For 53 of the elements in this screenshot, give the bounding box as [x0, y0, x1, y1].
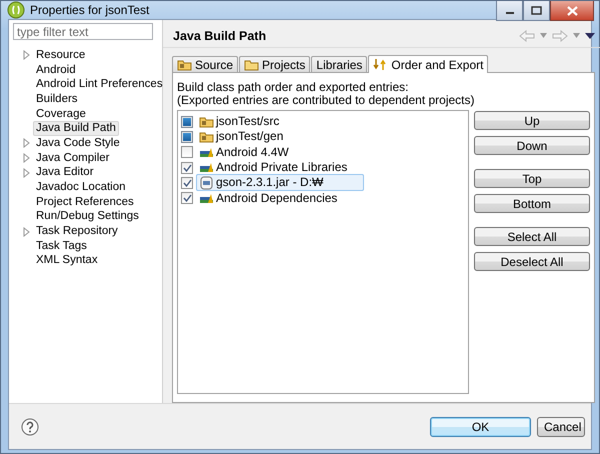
tree-item[interactable]: Resource: [33, 48, 88, 63]
tab[interactable]: Projects: [239, 56, 310, 72]
tree-item[interactable]: Java Compiler: [33, 150, 112, 166]
checkbox[interactable]: [181, 162, 193, 174]
description-text: (Exported entries are contributed to dependent projects): [177, 94, 476, 107]
menu-icon[interactable]: [585, 32, 595, 38]
tree-item[interactable]: Task Repository: [33, 224, 121, 240]
action-button[interactable]: Select All: [474, 227, 590, 246]
dialog-button[interactable]: Cancel: [537, 416, 585, 436]
arrows-icon: [373, 57, 388, 72]
list-item[interactable]: jsonTest/gen: [196, 128, 286, 146]
tree-item[interactable]: Java Build Path: [33, 121, 119, 136]
action-button[interactable]: Bottom: [474, 194, 590, 213]
page-title: Java Build Path: [173, 28, 266, 42]
maximize-icon: [531, 6, 542, 15]
help-icon[interactable]: [21, 418, 39, 436]
tree-item[interactable]: Java Code Style: [33, 136, 123, 151]
checkbox[interactable]: [181, 176, 193, 189]
description-text: Build class path order and exported entries:: [177, 81, 410, 94]
tree-item[interactable]: Java Editor: [33, 165, 97, 180]
checkbox[interactable]: [181, 130, 193, 143]
tree-item[interactable]: Javadoc Location: [33, 180, 129, 196]
jar-icon: [199, 175, 214, 190]
action-button[interactable]: Top: [474, 169, 590, 188]
checkbox[interactable]: [181, 192, 193, 204]
list-item[interactable]: gson-2.3.1.jar - D:₩: [196, 174, 364, 192]
close-button[interactable]: [550, 1, 594, 21]
tab[interactable]: Libraries: [311, 56, 368, 72]
maximize-button[interactable]: [523, 1, 550, 21]
close-icon: [566, 6, 578, 16]
checkbox[interactable]: [181, 116, 193, 128]
filter-field[interactable]: type filter text: [13, 23, 153, 40]
tree-item[interactable]: Coverage: [33, 106, 89, 122]
tree-item[interactable]: Task Tags: [33, 238, 90, 254]
action-button[interactable]: Deselect All: [474, 252, 590, 271]
tree-item[interactable]: XML Syntax: [33, 253, 101, 268]
tree-item[interactable]: Android: [33, 62, 79, 78]
checkbox[interactable]: [181, 146, 193, 158]
tree-item[interactable]: Run/Debug Settings: [33, 209, 142, 224]
action-button[interactable]: Up: [474, 111, 590, 130]
list-item[interactable]: Android Private Libraries: [196, 159, 350, 176]
minimize-button[interactable]: [496, 1, 523, 21]
dialog-button[interactable]: OK: [430, 416, 531, 436]
list-item[interactable]: jsonTest/src: [196, 113, 282, 130]
tab[interactable]: Order and Export: [368, 55, 488, 73]
tab[interactable]: Source: [172, 56, 238, 72]
list-item[interactable]: Android Dependencies: [196, 190, 340, 207]
action-button[interactable]: Down: [474, 136, 590, 155]
window-title: Properties for jsonTest: [30, 3, 150, 17]
tree-item[interactable]: Android Lint Preferences: [33, 77, 166, 92]
tree-item[interactable]: Project References: [33, 194, 137, 210]
list-item[interactable]: Android 4.4W: [196, 144, 292, 161]
tree-item[interactable]: Builders: [33, 92, 81, 107]
